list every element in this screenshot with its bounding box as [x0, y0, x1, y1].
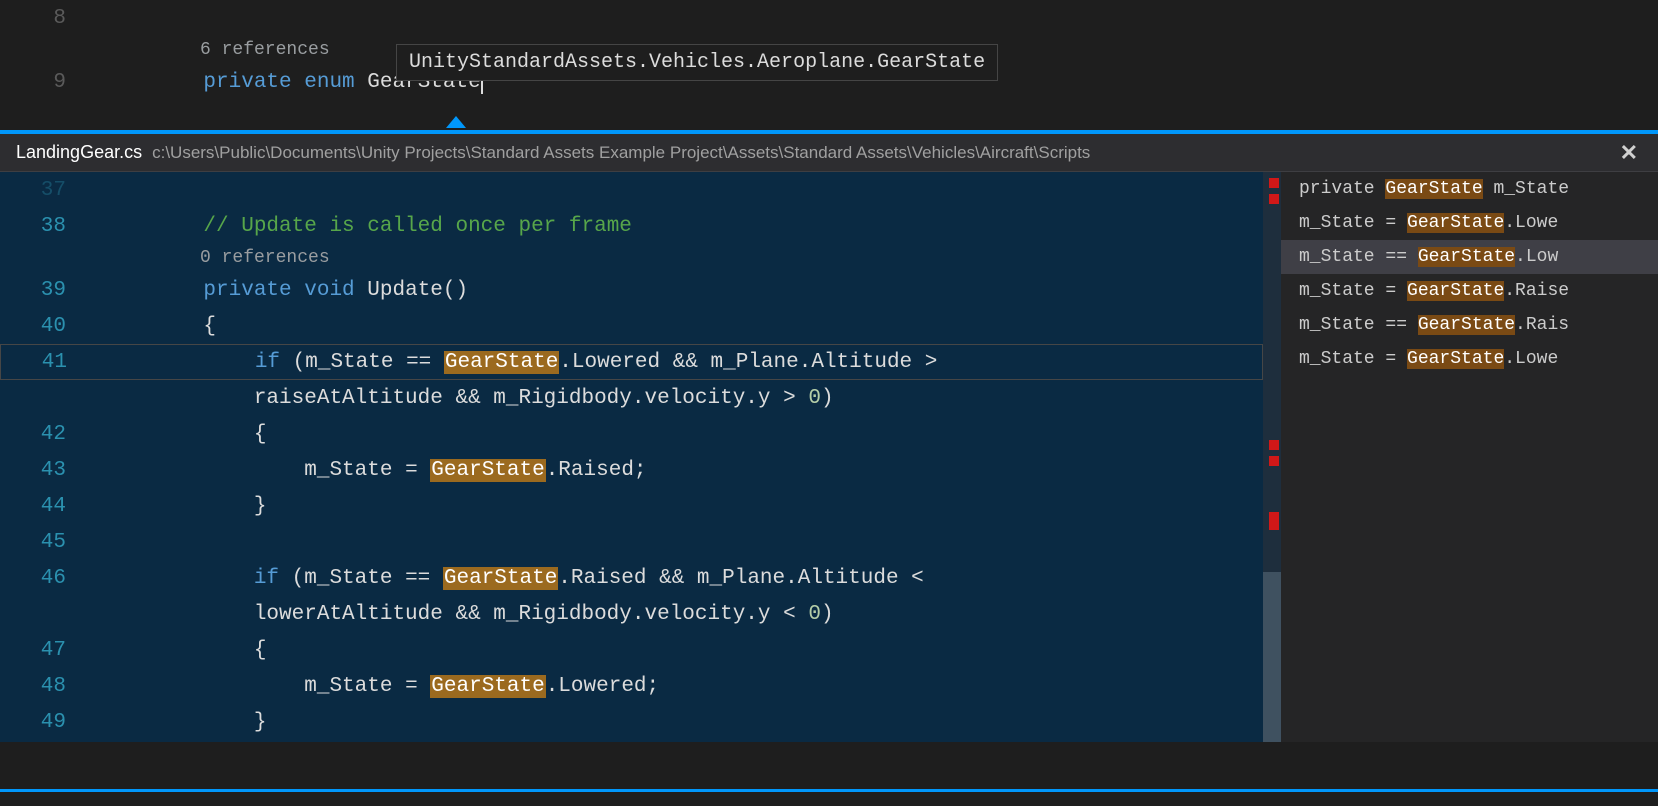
highlighted-symbol: GearState [430, 675, 545, 698]
keyword: if [254, 567, 279, 590]
scrollbar-marker [1269, 178, 1279, 188]
comment: // Update is called once per frame [203, 215, 631, 238]
line-number: 45 [0, 531, 90, 554]
top-editor-pane: 8 6 references 9 private enum GearState … [0, 0, 1658, 130]
current-line[interactable]: 41 if (m_State == GearState.Lowered && m… [0, 344, 1263, 380]
scrollbar-thumb[interactable] [1263, 572, 1281, 742]
line-number: 39 [0, 279, 90, 302]
keyword-enum: enum [304, 71, 354, 94]
code-text: .Lowered && m_Plane.Altitude > [559, 351, 950, 374]
reference-item[interactable]: m_State = GearState.Lowe [1281, 342, 1658, 376]
peek-separator [0, 789, 1658, 792]
peek-reference-list[interactable]: private GearState m_State m_State = Gear… [1281, 172, 1658, 742]
line-number: 41 [1, 351, 91, 374]
highlighted-symbol: GearState [444, 351, 559, 374]
line-number: 37 [0, 179, 90, 202]
code-text: .Lowered; [546, 675, 659, 698]
line-number: 49 [0, 711, 90, 734]
reference-item-selected[interactable]: m_State == GearState.Low [1281, 240, 1658, 274]
number-literal: 0 [808, 603, 821, 626]
code-text: .Raised && m_Plane.Altitude < [558, 567, 936, 590]
brace: } [254, 711, 267, 734]
tab-filepath: c:\Users\Public\Documents\Unity Projects… [152, 143, 1090, 163]
line-number: 42 [0, 423, 90, 446]
code-text: m_State = [304, 675, 430, 698]
line-number: 40 [0, 315, 90, 338]
scrollbar-marker [1269, 456, 1279, 466]
code-text: raiseAtAltitude && m_Rigidbody.velocity.… [254, 387, 809, 410]
highlighted-symbol: GearState [1418, 247, 1515, 267]
code-text: m_State = [304, 459, 430, 482]
keyword: private [203, 279, 291, 302]
code-text: .Raised; [546, 459, 647, 482]
close-icon[interactable]: ✕ [1620, 140, 1638, 166]
code-text: lowerAtAltitude && m_Rigidbody.velocity.… [254, 603, 809, 626]
line-number: 8 [0, 7, 90, 30]
code-text: (m_State == [279, 567, 443, 590]
reference-item[interactable]: m_State == GearState.Rais [1281, 308, 1658, 342]
scrollbar-marker [1269, 194, 1279, 204]
highlighted-symbol: GearState [1407, 349, 1504, 369]
keyword: void [304, 279, 354, 302]
peek-indicator-icon [446, 116, 466, 128]
method-name: Update() [367, 279, 468, 302]
code-text: ) [821, 387, 834, 410]
highlighted-symbol: GearState [1407, 213, 1504, 233]
brace: { [254, 423, 267, 446]
highlighted-symbol: GearState [1407, 281, 1504, 301]
line-number: 48 [0, 675, 90, 698]
vertical-scrollbar[interactable] [1263, 172, 1281, 742]
reference-item[interactable]: m_State = GearState.Lowe [1281, 206, 1658, 240]
keyword: if [255, 351, 280, 374]
code-line[interactable]: 8 [0, 0, 1658, 36]
highlighted-symbol: GearState [1418, 315, 1515, 335]
keyword-private: private [203, 71, 291, 94]
peek-body: 37 38 // Update is called once per frame… [0, 172, 1658, 742]
line-number: 47 [0, 639, 90, 662]
intellisense-tooltip: UnityStandardAssets.Vehicles.Aeroplane.G… [396, 44, 998, 81]
scrollbar-marker [1269, 440, 1279, 450]
line-number: 9 [0, 71, 90, 94]
brace: { [203, 315, 216, 338]
reference-item[interactable]: private GearState m_State [1281, 172, 1658, 206]
number-literal: 0 [808, 387, 821, 410]
peek-tab-bar[interactable]: LandingGear.cs c:\Users\Public\Documents… [0, 134, 1658, 172]
line-number: 46 [0, 567, 90, 590]
highlighted-symbol: GearState [1385, 179, 1482, 199]
code-text: (m_State == [280, 351, 444, 374]
tab-filename: LandingGear.cs [16, 142, 142, 163]
brace: { [254, 639, 267, 662]
highlighted-symbol: GearState [430, 459, 545, 482]
brace: } [254, 495, 267, 518]
peek-editor[interactable]: 37 38 // Update is called once per frame… [0, 172, 1263, 742]
line-number: 43 [0, 459, 90, 482]
highlighted-symbol: GearState [443, 567, 558, 590]
line-number: 44 [0, 495, 90, 518]
reference-item[interactable]: m_State = GearState.Raise [1281, 274, 1658, 308]
scrollbar-marker [1269, 512, 1279, 530]
codelens-references[interactable]: 0 references [0, 244, 1263, 272]
code-text: ) [821, 603, 834, 626]
line-number: 38 [0, 215, 90, 238]
